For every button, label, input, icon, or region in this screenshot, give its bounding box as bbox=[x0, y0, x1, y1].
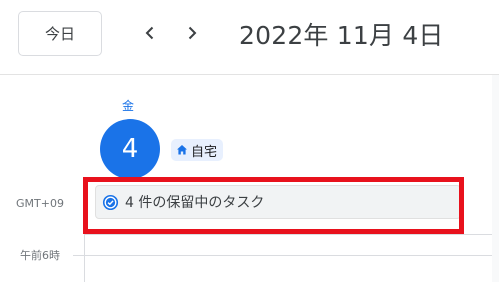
chevron-left-icon bbox=[145, 26, 154, 40]
allday-divider bbox=[84, 234, 499, 235]
location-label: 自宅 bbox=[191, 144, 218, 160]
timezone-label: GMT+09 bbox=[16, 197, 64, 210]
chevron-right-icon bbox=[188, 26, 197, 40]
previous-day-button[interactable] bbox=[133, 16, 167, 50]
calendar-toolbar: 今日 2022年 11月 4日 bbox=[0, 0, 499, 74]
weekday-label: 金 bbox=[121, 99, 134, 113]
home-icon bbox=[177, 145, 187, 155]
toolbar-divider bbox=[0, 74, 499, 75]
current-date-title: 2022年 11月 4日 bbox=[239, 21, 444, 50]
date-number-button[interactable]: 4 bbox=[100, 119, 160, 179]
next-day-button[interactable] bbox=[175, 16, 209, 50]
hour-gridline bbox=[73, 255, 499, 256]
pending-tasks-chip[interactable]: 4 件の保留中のタスク bbox=[95, 185, 461, 219]
gutter-divider bbox=[84, 178, 85, 282]
today-button[interactable]: 今日 bbox=[18, 11, 102, 56]
task-check-icon bbox=[102, 194, 119, 210]
scrollbar-track[interactable] bbox=[492, 75, 499, 282]
pending-tasks-label: 4 件の保留中のタスク bbox=[125, 195, 265, 211]
time-label-6am: 午前6時 bbox=[20, 249, 60, 262]
working-location-chip[interactable]: 自宅 bbox=[171, 139, 224, 161]
